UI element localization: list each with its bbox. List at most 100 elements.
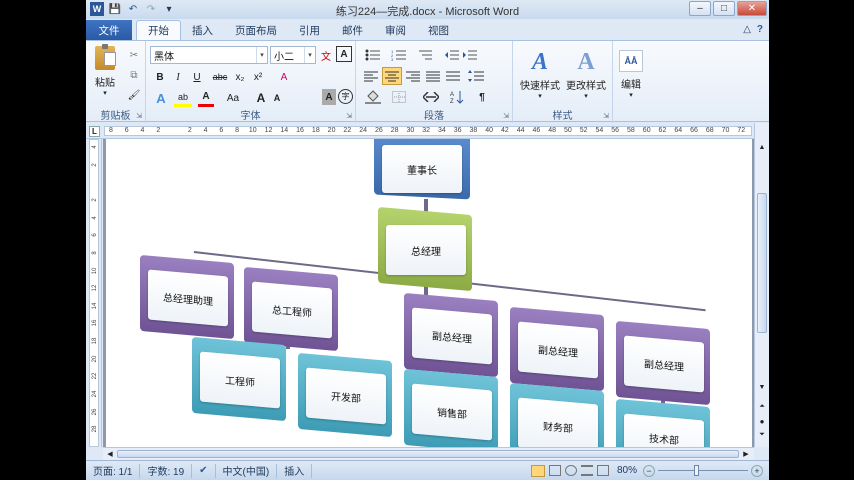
change-styles-dropdown-icon[interactable]: ▾: [584, 92, 588, 100]
scroll-down-icon[interactable]: ▼: [756, 381, 768, 393]
text-effects-icon[interactable]: A: [152, 89, 170, 107]
italic-button[interactable]: I: [170, 69, 186, 85]
align-center-icon[interactable]: [382, 67, 402, 85]
horizontal-scroll-thumb[interactable]: [117, 450, 739, 458]
tab-insert[interactable]: 插入: [181, 20, 224, 40]
numbering-icon[interactable]: 123: [388, 47, 410, 63]
cut-icon[interactable]: ✂: [126, 47, 142, 63]
bold-button[interactable]: B: [152, 69, 168, 85]
tab-view[interactable]: 视图: [417, 20, 460, 40]
org-node-chief-engineer[interactable]: 总工程师: [244, 266, 340, 352]
font-launcher-icon[interactable]: ⇲: [346, 112, 352, 120]
format-painter-icon[interactable]: 🖌: [126, 87, 142, 103]
clear-formatting-icon[interactable]: A: [276, 69, 292, 85]
word-count[interactable]: 字数: 19: [140, 463, 193, 478]
scroll-right-icon[interactable]: ▶: [741, 449, 751, 459]
tab-file[interactable]: 文件: [86, 20, 132, 40]
strikethrough-button[interactable]: abc: [210, 69, 230, 85]
zoom-level[interactable]: 80%: [617, 465, 637, 476]
quick-styles-dropdown-icon[interactable]: ▾: [538, 92, 542, 100]
org-node-chairman[interactable]: 董事长: [374, 139, 470, 203]
zoom-slider[interactable]: [658, 464, 748, 477]
proofing-icon[interactable]: ✔: [192, 463, 216, 478]
org-node-vp-3[interactable]: 副总经理: [616, 320, 712, 406]
font-size-combo[interactable]: 小二 ▾: [270, 46, 316, 64]
view-full-screen-icon[interactable]: [548, 465, 561, 476]
previous-page-icon[interactable]: ⏶: [756, 401, 768, 413]
subscript-button[interactable]: x₂: [232, 69, 248, 85]
underline-button[interactable]: U: [188, 69, 206, 85]
paragraph-launcher-icon[interactable]: ⇲: [503, 112, 509, 120]
scroll-thumb[interactable]: [757, 193, 767, 333]
sort-icon[interactable]: AZ: [448, 89, 466, 105]
shading-icon[interactable]: [362, 89, 384, 105]
change-case-icon[interactable]: Aa: [222, 89, 244, 107]
org-node-tech-dept[interactable]: 技术部: [616, 398, 712, 447]
org-node-finance-dept[interactable]: 财务部: [510, 382, 606, 447]
zoom-out-button[interactable]: −: [643, 464, 655, 477]
maximize-button[interactable]: □: [713, 1, 735, 16]
show-marks-icon[interactable]: ¶: [474, 89, 490, 105]
enclose-characters-icon[interactable]: 字: [338, 89, 353, 104]
view-web-layout-icon[interactable]: [564, 465, 577, 476]
align-left-icon[interactable]: [362, 68, 380, 84]
character-shading-icon[interactable]: A: [322, 89, 336, 105]
org-node-dev-dept[interactable]: 开发部: [298, 352, 394, 438]
quick-styles-button[interactable]: A 快速样式 ▾: [517, 45, 563, 103]
multilevel-list-icon[interactable]: [414, 47, 436, 63]
close-button[interactable]: ✕: [737, 1, 767, 16]
chinese-layout-icon[interactable]: [420, 89, 442, 105]
minimize-button[interactable]: –: [689, 1, 711, 16]
browse-object-icon[interactable]: ●: [756, 415, 768, 427]
insert-mode[interactable]: 插入: [277, 463, 313, 478]
org-node-engineer[interactable]: 工程师: [192, 336, 288, 422]
scroll-up-icon[interactable]: ▲: [756, 141, 768, 153]
tab-review[interactable]: 审阅: [374, 20, 417, 40]
font-color-icon[interactable]: A: [198, 89, 214, 107]
org-node-sales-dept[interactable]: 销售部: [404, 368, 500, 447]
align-right-icon[interactable]: [404, 68, 422, 84]
line-spacing-icon[interactable]: [466, 68, 486, 84]
document-area[interactable]: 董事长 总经理 总经理助理 总工程师 副总经理 副总经理 副总经理 工程师 开发…: [103, 139, 754, 447]
copy-icon[interactable]: ⧉: [126, 67, 142, 83]
org-node-vp-1[interactable]: 副总经理: [404, 292, 500, 378]
zoom-in-button[interactable]: +: [751, 464, 763, 477]
org-node-gm-assistant[interactable]: 总经理助理: [140, 254, 236, 340]
view-print-layout-icon[interactable]: [530, 464, 545, 477]
justify-icon[interactable]: [424, 68, 442, 84]
paste-button[interactable]: 粘贴 ▾: [91, 43, 119, 97]
language-indicator[interactable]: 中文(中国): [216, 463, 278, 478]
distributed-icon[interactable]: [444, 68, 462, 84]
font-size-dropdown-icon[interactable]: ▾: [304, 47, 315, 63]
highlight-icon[interactable]: ab: [174, 89, 192, 107]
horizontal-ruler[interactable]: L 8 6 4 2 2 4 6 8 10 12 14 16 18 20 22 24 26 28 30 32 34 36 38…: [86, 123, 769, 139]
decrease-indent-icon[interactable]: [444, 47, 460, 63]
paste-dropdown-icon[interactable]: ▾: [103, 89, 107, 97]
phonetic-guide-icon[interactable]: 文: [318, 46, 334, 64]
page-count[interactable]: 页面: 1/1: [86, 463, 141, 478]
tab-selector-icon[interactable]: L: [89, 126, 100, 137]
document-page[interactable]: 董事长 总经理 总经理助理 总工程师 副总经理 副总经理 副总经理 工程师 开发…: [106, 139, 752, 447]
editing-dropdown-icon[interactable]: ▾: [629, 91, 633, 99]
help-icon[interactable]: ?: [757, 24, 763, 35]
font-name-combo[interactable]: 黑体 ▾: [150, 46, 268, 64]
vertical-scrollbar[interactable]: ▲ ▼ ⏶ ● ⏷: [754, 123, 769, 447]
view-outline-icon[interactable]: [580, 465, 593, 476]
bullets-icon[interactable]: [362, 47, 384, 63]
tab-page-layout[interactable]: 页面布局: [224, 20, 288, 40]
increase-indent-icon[interactable]: [462, 47, 478, 63]
scroll-left-icon[interactable]: ◀: [105, 449, 115, 459]
clipboard-launcher-icon[interactable]: ⇲: [136, 112, 142, 120]
superscript-button[interactable]: x²: [250, 69, 266, 85]
tab-mailings[interactable]: 邮件: [331, 20, 374, 40]
font-name-dropdown-icon[interactable]: ▾: [256, 47, 267, 63]
org-node-vp-2[interactable]: 副总经理: [510, 306, 606, 392]
borders-icon[interactable]: [388, 89, 410, 105]
next-page-icon[interactable]: ⏷: [756, 429, 768, 441]
horizontal-scrollbar[interactable]: ◀ ▶: [103, 447, 754, 460]
tab-references[interactable]: 引用: [288, 20, 331, 40]
styles-launcher-icon[interactable]: ⇲: [603, 112, 609, 120]
shrink-font-icon[interactable]: A: [270, 89, 284, 107]
view-draft-icon[interactable]: [596, 465, 609, 476]
vertical-ruler[interactable]: 4 2 2 4 6 8 10 12 14 16 18 20 22 24 26 28: [86, 139, 102, 447]
